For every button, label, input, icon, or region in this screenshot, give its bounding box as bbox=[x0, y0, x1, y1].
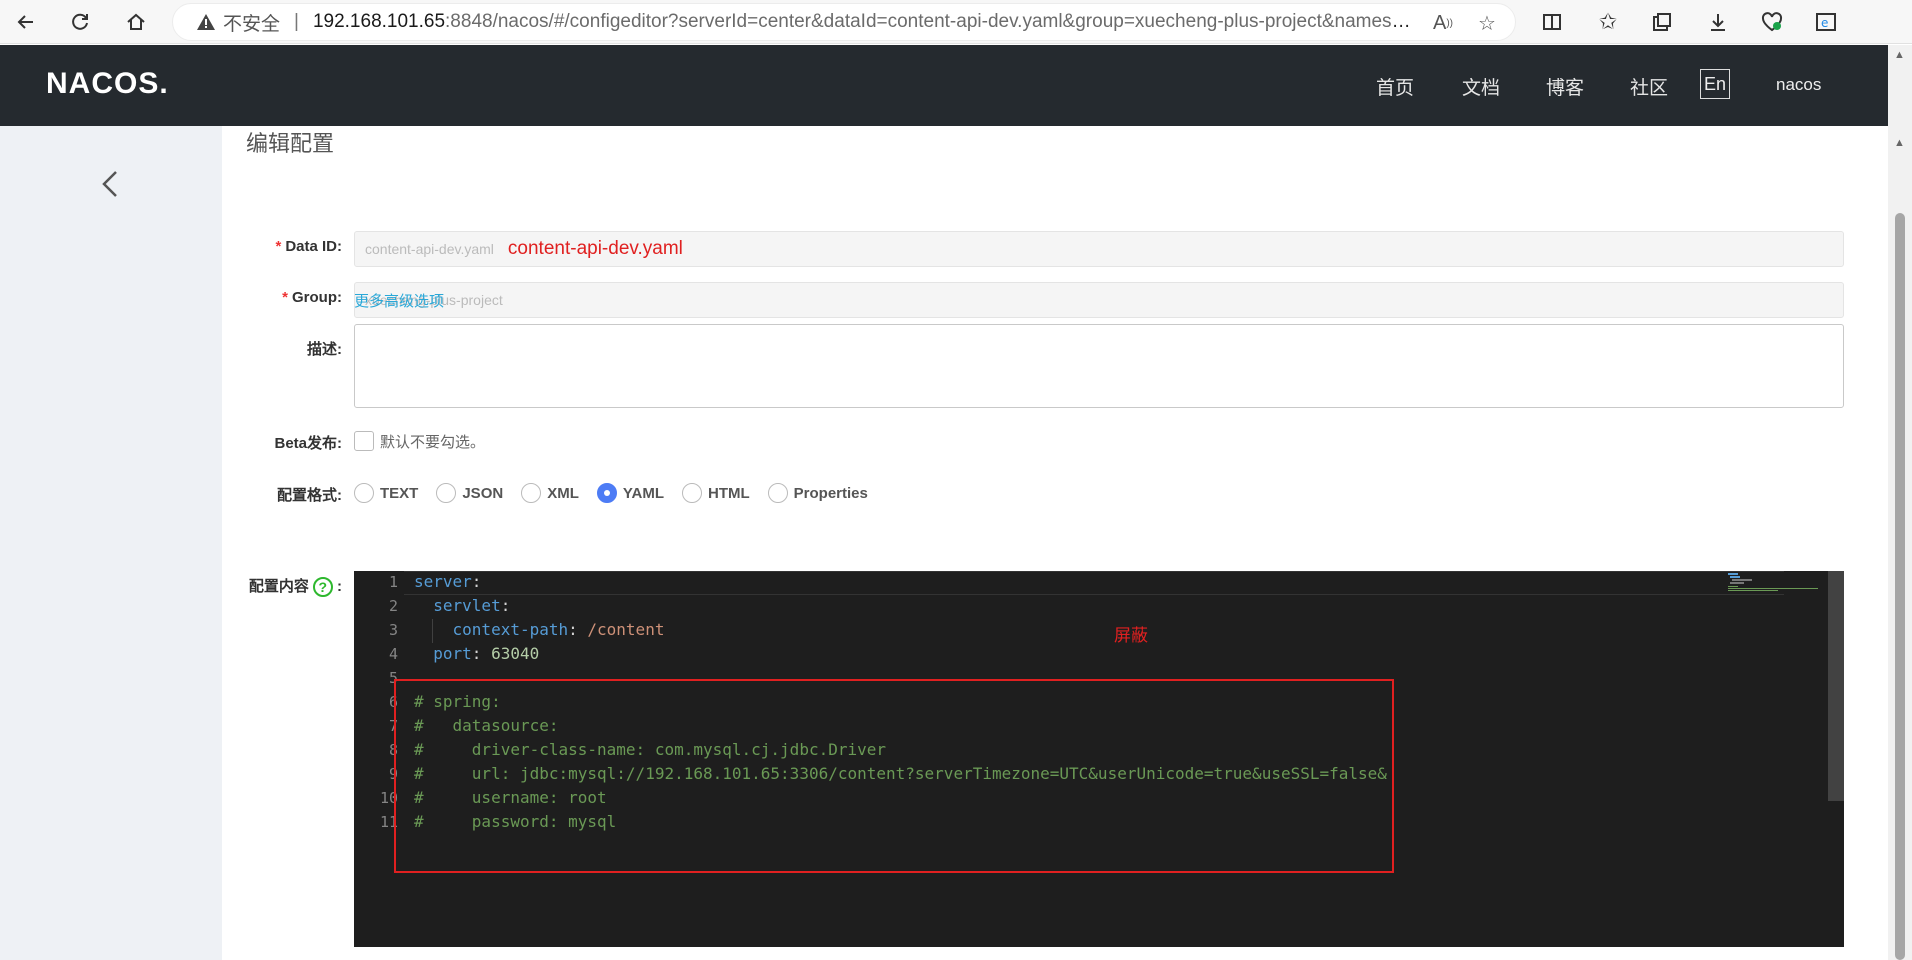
split-screen-icon[interactable] bbox=[1536, 6, 1568, 38]
address-bar[interactable]: 不安全 | 192.168.101.65:8848/nacos/#/config… bbox=[172, 3, 1516, 41]
back-arrow-icon[interactable] bbox=[10, 6, 42, 38]
nav-link-blog[interactable]: 博客 bbox=[1546, 73, 1584, 100]
page-scrollbar[interactable]: ▲ ▲ bbox=[1888, 45, 1912, 960]
radio-label: Properties bbox=[793, 484, 868, 502]
beta-label: Beta发布: bbox=[274, 435, 342, 452]
radio-circle bbox=[767, 483, 788, 503]
scroll-up-arrow-icon[interactable]: ▲ bbox=[1894, 49, 1905, 61]
chevron-left-icon[interactable] bbox=[98, 166, 122, 202]
nav-link-home[interactable]: 首页 bbox=[1376, 73, 1414, 100]
annotation-highlight-box bbox=[394, 679, 1394, 873]
format-radio-html[interactable]: HTML bbox=[682, 483, 750, 503]
radio-circle bbox=[682, 483, 702, 503]
radio-label: JSON bbox=[462, 484, 504, 502]
radio-label: TEXT bbox=[380, 484, 419, 502]
line-number: 7 bbox=[388, 717, 398, 735]
code-line: servlet: bbox=[433, 596, 511, 615]
code-line: server: bbox=[414, 572, 482, 591]
home-icon[interactable] bbox=[120, 6, 152, 38]
format-radio-group: TEXT JSON XML YAML HTML Properties bbox=[354, 481, 886, 505]
group-field: xuecheng-plus-project bbox=[354, 282, 1844, 318]
favorite-star-icon[interactable]: ☆ bbox=[1475, 11, 1499, 35]
data-id-label: * Data ID: bbox=[222, 238, 342, 255]
address-separator: | bbox=[294, 11, 299, 32]
line-number: 6 bbox=[388, 693, 398, 711]
ie-mode-icon[interactable]: e bbox=[1810, 6, 1842, 38]
line-number: 3 bbox=[388, 621, 398, 639]
user-name[interactable]: nacos bbox=[1776, 75, 1821, 95]
data-id-annotation: content-api-dev.yaml bbox=[507, 238, 683, 259]
nacos-logo[interactable]: NACOS. bbox=[46, 67, 169, 101]
nav-link-community[interactable]: 社区 bbox=[1630, 73, 1668, 100]
radio-circle bbox=[354, 483, 374, 503]
data-id-label-text: Data ID: bbox=[285, 238, 342, 255]
page-title: 编辑配置 bbox=[246, 131, 335, 156]
top-navbar: NACOS. 首页 文档 博客 社区 En nacos bbox=[0, 45, 1888, 126]
help-question-icon[interactable]: ? bbox=[312, 577, 333, 598]
scrollbar-thumb[interactable] bbox=[1895, 213, 1905, 960]
mask-annotation: 屏蔽 bbox=[1114, 626, 1148, 645]
format-radio-properties[interactable]: Properties bbox=[767, 483, 868, 503]
current-line-highlight bbox=[404, 571, 1784, 595]
radio-circle bbox=[521, 483, 542, 503]
format-label: 配置格式: bbox=[277, 487, 342, 504]
reload-icon[interactable] bbox=[64, 6, 96, 38]
radio-circle-selected bbox=[596, 483, 617, 503]
format-radio-text[interactable]: TEXT bbox=[354, 483, 418, 503]
line-number: 8 bbox=[388, 741, 398, 759]
format-radio-xml[interactable]: XML bbox=[521, 483, 579, 503]
warning-icon bbox=[195, 11, 217, 33]
description-label: 描述: bbox=[307, 341, 342, 358]
line-number: 1 bbox=[388, 573, 398, 591]
editor-minimap[interactable] bbox=[1728, 571, 1828, 595]
editor-scrollbar[interactable] bbox=[1828, 571, 1844, 801]
data-id-value: content-api-dev.yaml bbox=[365, 241, 494, 257]
insecure-label: 不安全 bbox=[223, 13, 281, 35]
browser-toolbar: 不安全 | 192.168.101.65:8848/nacos/#/config… bbox=[0, 0, 1912, 44]
more-advanced-options-link[interactable]: 更多高级选项 bbox=[354, 290, 444, 311]
svg-text:e: e bbox=[1821, 16, 1828, 30]
group-label-text: Group: bbox=[292, 289, 342, 306]
url-host: 192.168.101.65 bbox=[312, 11, 446, 32]
radio-label: YAML bbox=[622, 484, 664, 502]
line-number: 10 bbox=[379, 789, 398, 807]
scroll-up-arrow-icon[interactable]: ▲ bbox=[1894, 137, 1905, 149]
collections-icon[interactable] bbox=[1646, 6, 1678, 38]
radio-label: HTML bbox=[708, 484, 750, 502]
config-editor-panel: 编辑配置 * Data ID: content-api-dev.yaml cont… bbox=[222, 126, 1888, 960]
beta-checkbox-label: 默认不要勾选。 bbox=[380, 434, 486, 451]
line-number: 4 bbox=[388, 645, 398, 663]
content-label: 配置内容? : bbox=[222, 575, 342, 598]
language-switch-button[interactable]: En bbox=[1700, 69, 1730, 99]
required-mark: * bbox=[282, 289, 288, 306]
line-number: 5 bbox=[388, 669, 398, 687]
data-id-field: content-api-dev.yaml content-api-dev.yam… bbox=[354, 231, 1844, 267]
radio-label: XML bbox=[547, 484, 579, 502]
line-number: 2 bbox=[388, 597, 398, 615]
performance-heart-icon[interactable] bbox=[1756, 6, 1788, 38]
code-line: port: 63040 bbox=[433, 644, 540, 663]
read-aloud-icon[interactable]: A)) bbox=[1431, 11, 1455, 35]
favorites-icon[interactable]: ✩ bbox=[1592, 6, 1624, 38]
url-text[interactable]: 192.168.101.65:8848/nacos/#/configeditor… bbox=[313, 11, 1413, 33]
required-mark: * bbox=[275, 238, 282, 255]
url-path: :8848/nacos/#/configeditor?serverId=cent… bbox=[445, 11, 1413, 32]
beta-checkbox[interactable] bbox=[354, 431, 374, 451]
format-radio-json[interactable]: JSON bbox=[436, 483, 503, 503]
description-textarea[interactable] bbox=[354, 324, 1844, 408]
code-editor[interactable]: 1 2 3 4 5 6 7 8 9 10 11 server: servlet:… bbox=[354, 571, 1844, 947]
radio-circle bbox=[436, 483, 457, 503]
line-number: 9 bbox=[388, 765, 398, 783]
content-label-text: 配置内容 bbox=[248, 578, 309, 595]
left-sidebar bbox=[0, 126, 222, 960]
nav-link-docs[interactable]: 文档 bbox=[1462, 73, 1500, 100]
group-label: * Group: bbox=[222, 289, 342, 306]
nacos-page: NACOS. 首页 文档 博客 社区 En nacos 编辑配置 * Data I… bbox=[0, 45, 1888, 960]
code-line: context-path: /content bbox=[452, 620, 665, 639]
download-icon[interactable] bbox=[1702, 6, 1734, 38]
content-label-colon: : bbox=[337, 578, 342, 595]
line-number: 11 bbox=[379, 813, 398, 831]
format-radio-yaml[interactable]: YAML bbox=[596, 483, 664, 503]
